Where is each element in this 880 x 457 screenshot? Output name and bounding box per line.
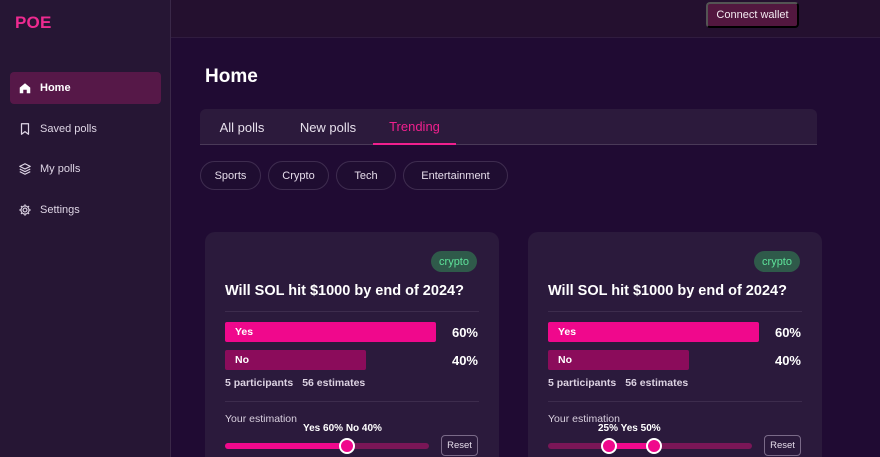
tab-new-polls[interactable]: New polls	[290, 109, 366, 145]
participants-count: 5 participants	[225, 377, 294, 389]
gear-icon	[18, 203, 32, 217]
option-label: Yes	[235, 326, 254, 338]
poll-stats: 5 participants 56 estimates	[548, 377, 694, 389]
sidebar-item-label: My polls	[40, 163, 81, 175]
option-label: No	[558, 354, 572, 366]
layers-icon	[18, 162, 32, 176]
option-percent-no: 40%	[451, 353, 478, 368]
poll-stats: 5 participants 56 estimates	[225, 377, 371, 389]
sidebar-item-label: Settings	[40, 203, 80, 216]
participants-count: 5 participants	[548, 377, 617, 389]
category-chip-sports[interactable]: Sports	[200, 161, 261, 190]
sidebar-item-my-polls[interactable]: My polls	[10, 153, 161, 185]
category-tag: crypto	[754, 251, 800, 272]
category-chip-tech[interactable]: Tech	[336, 161, 396, 190]
sidebar-nav: Home Saved polls My polls Settings	[10, 72, 161, 234]
poll-question: Will SOL hit $1000 by end of 2024?	[225, 283, 464, 299]
slider-thumb[interactable]	[646, 438, 663, 454]
connect-wallet-button[interactable]: Connect wallet	[706, 2, 799, 28]
sidebar: POE Home Saved polls My polls Settings	[0, 0, 171, 457]
option-label: No	[235, 354, 249, 366]
estimation-label: Your estimation	[225, 413, 297, 425]
divider	[548, 401, 802, 402]
bookmark-icon	[18, 122, 32, 136]
poll-question: Will SOL hit $1000 by end of 2024?	[548, 283, 787, 299]
sidebar-item-label: Saved polls	[40, 122, 97, 135]
option-bar-yes: Yes	[548, 322, 759, 342]
poll-card[interactable]: crypto Will SOL hit $1000 by end of 2024…	[205, 232, 499, 457]
slider-fill	[225, 443, 348, 449]
slider-thumb[interactable]	[339, 438, 356, 454]
top-bar: Connect wallet	[171, 0, 880, 38]
option-percent-no: 40%	[774, 353, 801, 368]
home-icon	[18, 81, 32, 95]
estimation-value: Yes 60% No 40%	[303, 423, 382, 434]
poll-tabs: All polls New polls Trending	[200, 109, 817, 145]
option-percent-yes: 60%	[451, 325, 478, 340]
estimates-count: 56 estimates	[625, 377, 689, 389]
slider-thumb[interactable]	[601, 438, 618, 454]
reset-button[interactable]: Reset	[764, 435, 801, 456]
poll-card[interactable]: crypto Will SOL hit $1000 by end of 2024…	[528, 232, 822, 457]
tab-trending[interactable]: Trending	[373, 109, 456, 145]
option-bar-no: No	[548, 350, 689, 370]
sidebar-item-label: Home	[40, 82, 71, 94]
divider	[225, 401, 479, 402]
option-bar-no: No	[225, 350, 366, 370]
divider	[225, 311, 479, 312]
reset-button[interactable]: Reset	[441, 435, 478, 456]
estimation-slider[interactable]	[225, 438, 429, 454]
sidebar-item-settings[interactable]: Settings	[10, 194, 161, 226]
estimates-count: 56 estimates	[302, 377, 366, 389]
category-tag: crypto	[431, 251, 477, 272]
app-logo[interactable]: POE	[15, 13, 52, 33]
tab-all-polls[interactable]: All polls	[212, 109, 272, 145]
sidebar-item-home[interactable]: Home	[10, 72, 161, 104]
option-label: Yes	[558, 326, 577, 338]
category-chip-crypto[interactable]: Crypto	[268, 161, 329, 190]
option-percent-yes: 60%	[774, 325, 801, 340]
option-bar-yes: Yes	[225, 322, 436, 342]
estimation-value: 25% Yes 50%	[598, 423, 661, 434]
sidebar-item-saved-polls[interactable]: Saved polls	[10, 113, 161, 145]
page-title: Home	[205, 66, 258, 87]
category-chip-entertainment[interactable]: Entertainment	[403, 161, 508, 190]
estimation-slider[interactable]	[548, 438, 752, 454]
divider	[548, 311, 802, 312]
